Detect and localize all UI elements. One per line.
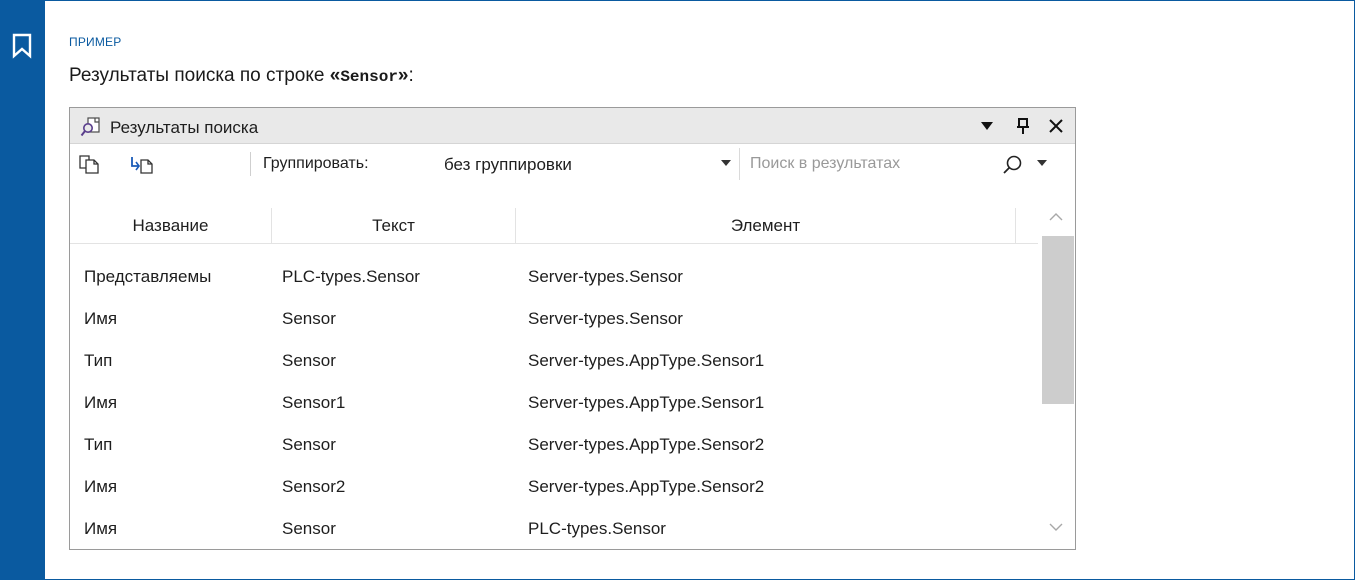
column-header-text[interactable]: Текст [272,208,516,244]
cell-element: Server-types.Sensor [528,267,683,286]
table-row[interactable]: Имя Sensor1 Server-types.AppType.Sensor1 [70,382,1038,424]
cell-element: Server-types.AppType.Sensor1 [528,393,765,412]
cell-text: Sensor [282,435,336,454]
table-row[interactable]: Тип Sensor Server-types.AppType.Sensor1 [70,340,1038,382]
cell-element: Server-types.Sensor [528,309,683,328]
search-options-icon[interactable] [1037,160,1047,166]
intro-text: Результаты поиска по строке «Sensor»: [69,65,414,87]
vertical-scrollbar[interactable] [1038,200,1075,544]
results-toolbar: Группировать: без группировки [70,144,1075,184]
cell-text: Sensor1 [282,393,346,412]
window-title: Результаты поиска [110,118,259,137]
grid-header: Название Текст Элемент [70,208,1038,244]
cell-element: Server-types.AppType.Sensor2 [528,477,765,496]
results-search-box[interactable] [742,148,1072,180]
cell-name: Представляемы [84,267,212,286]
cell-text: Sensor [282,351,336,370]
search-keyword: Sensor [340,68,398,86]
copy-icon[interactable] [78,153,102,175]
results-grid: Название Текст Элемент Представляемы PLC-… [70,180,1038,543]
grouping-value: без группировки [444,155,572,174]
pin-icon [1017,118,1029,134]
toolbar-separator [250,152,251,176]
cell-text: Sensor [282,309,336,328]
search-icon[interactable] [1002,154,1024,176]
table-row[interactable]: Имя Sensor PLC-types.Sensor [70,508,1038,550]
cell-element: PLC-types.Sensor [528,519,666,538]
example-content: ПРИМЕР Результаты поиска по строке «Sens… [69,35,414,87]
cell-name: Тип [84,435,113,454]
cell-name: Имя [84,309,118,328]
callout-bar [1,1,45,580]
table-row[interactable]: Представляемы PLC-types.Sensor Server-type… [70,256,1038,298]
pin-button[interactable] [1011,114,1035,138]
results-search-input[interactable] [750,152,990,176]
table-row[interactable]: Имя Sensor Server-types.Sensor [70,298,1038,340]
example-label: ПРИМЕР [69,35,122,49]
search-results-window: Результаты поиска Группировать: без груп… [69,107,1076,550]
scroll-up-icon[interactable] [1047,210,1065,224]
cell-name: Имя [84,477,118,496]
cell-name: Тип [84,351,113,370]
close-button[interactable] [1044,114,1068,138]
window-menu-icon [981,122,993,130]
group-label: Группировать: [263,155,369,172]
goto-icon[interactable] [130,153,154,175]
cell-text: Sensor [282,519,336,538]
cell-name: Имя [84,393,118,412]
grouping-select[interactable]: без группировки [434,148,740,180]
intro-after: : [408,65,414,86]
bookmark-icon [12,33,32,59]
cell-text: Sensor2 [282,477,346,496]
scroll-down-icon[interactable] [1047,520,1065,534]
window-titlebar: Результаты поиска [70,108,1075,144]
grid-rows: Представляемы PLC-types.Sensor Server-type… [70,256,1038,550]
cell-element: Server-types.AppType.Sensor1 [528,351,765,370]
intro-before: Результаты поиска по строке [69,65,330,86]
close-icon [1049,119,1063,133]
chevron-down-icon [721,160,731,166]
column-header-element[interactable]: Элемент [516,208,1016,244]
scroll-thumb[interactable] [1042,236,1074,404]
quote-close: » [397,65,409,86]
cell-name: Имя [84,519,118,538]
search-results-icon [80,117,100,137]
cell-text: PLC-types.Sensor [282,267,420,286]
cell-element: Server-types.AppType.Sensor2 [528,435,765,454]
example-page: ПРИМЕР Результаты поиска по строке «Sens… [0,0,1355,580]
column-header-name[interactable]: Название [70,208,272,244]
quote-open: « [329,65,341,86]
window-menu-button[interactable] [975,114,999,138]
table-row[interactable]: Тип Sensor Server-types.AppType.Sensor2 [70,424,1038,466]
table-row[interactable]: Имя Sensor2 Server-types.AppType.Sensor2 [70,466,1038,508]
